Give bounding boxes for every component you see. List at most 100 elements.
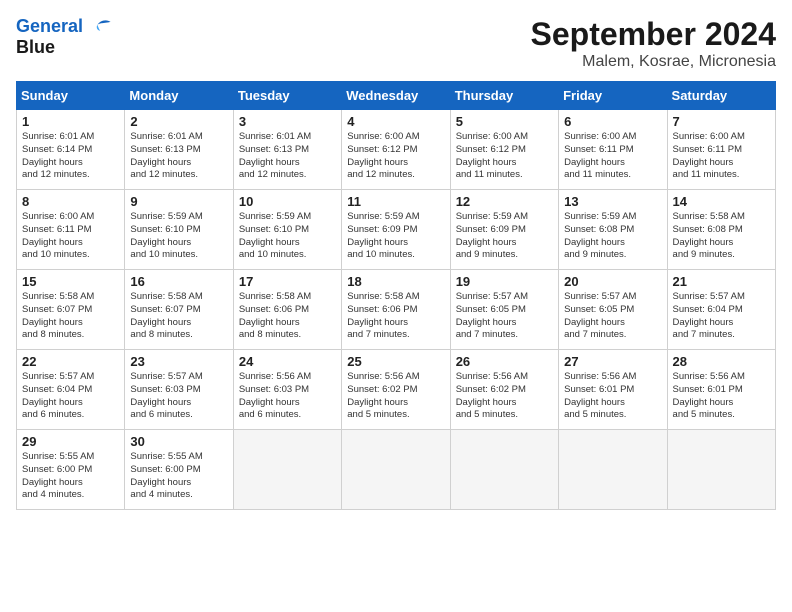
day-number: 7 — [673, 114, 771, 129]
week-row-1: 1 Sunrise: 6:01 AM Sunset: 6:14 PM Dayli… — [17, 110, 776, 190]
cell-info: Sunrise: 5:59 AM Sunset: 6:10 PM Dayligh… — [130, 211, 228, 262]
calendar-cell: 26 Sunrise: 5:56 AM Sunset: 6:02 PM Dayl… — [450, 350, 558, 430]
calendar-cell: 2 Sunrise: 6:01 AM Sunset: 6:13 PM Dayli… — [125, 110, 233, 190]
day-number: 23 — [130, 354, 228, 369]
day-number: 19 — [456, 274, 554, 289]
calendar-cell: 15 Sunrise: 5:58 AM Sunset: 6:07 PM Dayl… — [17, 270, 125, 350]
day-number: 2 — [130, 114, 228, 129]
calendar-cell: 3 Sunrise: 6:01 AM Sunset: 6:13 PM Dayli… — [233, 110, 341, 190]
calendar-cell: 7 Sunrise: 6:00 AM Sunset: 6:11 PM Dayli… — [667, 110, 775, 190]
week-row-2: 8 Sunrise: 6:00 AM Sunset: 6:11 PM Dayli… — [17, 190, 776, 270]
cell-info: Sunrise: 5:59 AM Sunset: 6:08 PM Dayligh… — [564, 211, 662, 262]
day-number: 29 — [22, 434, 120, 449]
calendar-table: SundayMondayTuesdayWednesdayThursdayFrid… — [16, 81, 776, 510]
calendar-cell: 28 Sunrise: 5:56 AM Sunset: 6:01 PM Dayl… — [667, 350, 775, 430]
day-number: 26 — [456, 354, 554, 369]
cell-info: Sunrise: 6:01 AM Sunset: 6:13 PM Dayligh… — [130, 131, 228, 182]
cell-info: Sunrise: 5:59 AM Sunset: 6:09 PM Dayligh… — [347, 211, 445, 262]
calendar-body: 1 Sunrise: 6:01 AM Sunset: 6:14 PM Dayli… — [17, 110, 776, 510]
day-number: 28 — [673, 354, 771, 369]
cell-info: Sunrise: 5:56 AM Sunset: 6:03 PM Dayligh… — [239, 371, 337, 422]
month-title: September 2024 — [531, 16, 776, 53]
calendar-container: General Blue September 2024 Malem, Kosra… — [0, 0, 792, 518]
cell-info: Sunrise: 6:00 AM Sunset: 6:11 PM Dayligh… — [564, 131, 662, 182]
cell-info: Sunrise: 6:00 AM Sunset: 6:12 PM Dayligh… — [456, 131, 554, 182]
cell-info: Sunrise: 5:56 AM Sunset: 6:01 PM Dayligh… — [564, 371, 662, 422]
logo: General Blue — [16, 16, 112, 58]
day-number: 11 — [347, 194, 445, 209]
cell-info: Sunrise: 6:00 AM Sunset: 6:12 PM Dayligh… — [347, 131, 445, 182]
cell-info: Sunrise: 5:58 AM Sunset: 6:07 PM Dayligh… — [130, 291, 228, 342]
day-number: 10 — [239, 194, 337, 209]
day-number: 25 — [347, 354, 445, 369]
day-number: 3 — [239, 114, 337, 129]
calendar-cell — [667, 430, 775, 510]
calendar-cell: 16 Sunrise: 5:58 AM Sunset: 6:07 PM Dayl… — [125, 270, 233, 350]
calendar-cell: 10 Sunrise: 5:59 AM Sunset: 6:10 PM Dayl… — [233, 190, 341, 270]
calendar-cell: 27 Sunrise: 5:56 AM Sunset: 6:01 PM Dayl… — [559, 350, 667, 430]
week-row-5: 29 Sunrise: 5:55 AM Sunset: 6:00 PM Dayl… — [17, 430, 776, 510]
day-number: 20 — [564, 274, 662, 289]
cell-info: Sunrise: 5:57 AM Sunset: 6:05 PM Dayligh… — [456, 291, 554, 342]
day-number: 5 — [456, 114, 554, 129]
cell-info: Sunrise: 5:57 AM Sunset: 6:04 PM Dayligh… — [22, 371, 120, 422]
calendar-cell: 4 Sunrise: 6:00 AM Sunset: 6:12 PM Dayli… — [342, 110, 450, 190]
cell-info: Sunrise: 5:55 AM Sunset: 6:00 PM Dayligh… — [22, 451, 120, 502]
cell-info: Sunrise: 5:56 AM Sunset: 6:02 PM Dayligh… — [456, 371, 554, 422]
calendar-cell: 20 Sunrise: 5:57 AM Sunset: 6:05 PM Dayl… — [559, 270, 667, 350]
day-number: 27 — [564, 354, 662, 369]
day-number: 6 — [564, 114, 662, 129]
calendar-cell: 1 Sunrise: 6:01 AM Sunset: 6:14 PM Dayli… — [17, 110, 125, 190]
day-number: 18 — [347, 274, 445, 289]
calendar-cell: 24 Sunrise: 5:56 AM Sunset: 6:03 PM Dayl… — [233, 350, 341, 430]
calendar-cell: 9 Sunrise: 5:59 AM Sunset: 6:10 PM Dayli… — [125, 190, 233, 270]
day-number: 21 — [673, 274, 771, 289]
calendar-cell: 30 Sunrise: 5:55 AM Sunset: 6:00 PM Dayl… — [125, 430, 233, 510]
calendar-cell: 21 Sunrise: 5:57 AM Sunset: 6:04 PM Dayl… — [667, 270, 775, 350]
day-number: 15 — [22, 274, 120, 289]
calendar-cell: 29 Sunrise: 5:55 AM Sunset: 6:00 PM Dayl… — [17, 430, 125, 510]
calendar-cell: 6 Sunrise: 6:00 AM Sunset: 6:11 PM Dayli… — [559, 110, 667, 190]
calendar-cell: 22 Sunrise: 5:57 AM Sunset: 6:04 PM Dayl… — [17, 350, 125, 430]
calendar-cell: 18 Sunrise: 5:58 AM Sunset: 6:06 PM Dayl… — [342, 270, 450, 350]
calendar-cell — [450, 430, 558, 510]
cell-info: Sunrise: 6:01 AM Sunset: 6:13 PM Dayligh… — [239, 131, 337, 182]
logo-general: General — [16, 16, 83, 36]
weekday-header-tuesday: Tuesday — [233, 82, 341, 110]
calendar-cell: 5 Sunrise: 6:00 AM Sunset: 6:12 PM Dayli… — [450, 110, 558, 190]
cell-info: Sunrise: 6:00 AM Sunset: 6:11 PM Dayligh… — [673, 131, 771, 182]
calendar-cell: 23 Sunrise: 5:57 AM Sunset: 6:03 PM Dayl… — [125, 350, 233, 430]
location-title: Malem, Kosrae, Micronesia — [531, 53, 776, 71]
cell-info: Sunrise: 5:55 AM Sunset: 6:00 PM Dayligh… — [130, 451, 228, 502]
weekday-header-saturday: Saturday — [667, 82, 775, 110]
cell-info: Sunrise: 5:58 AM Sunset: 6:06 PM Dayligh… — [347, 291, 445, 342]
calendar-cell — [342, 430, 450, 510]
weekday-header-friday: Friday — [559, 82, 667, 110]
weekday-header-thursday: Thursday — [450, 82, 558, 110]
day-number: 24 — [239, 354, 337, 369]
cell-info: Sunrise: 6:01 AM Sunset: 6:14 PM Dayligh… — [22, 131, 120, 182]
day-number: 13 — [564, 194, 662, 209]
cell-info: Sunrise: 5:59 AM Sunset: 6:10 PM Dayligh… — [239, 211, 337, 262]
day-number: 8 — [22, 194, 120, 209]
logo-bird-icon — [90, 16, 112, 38]
cell-info: Sunrise: 5:56 AM Sunset: 6:02 PM Dayligh… — [347, 371, 445, 422]
logo-blue: Blue — [16, 38, 112, 58]
calendar-cell: 11 Sunrise: 5:59 AM Sunset: 6:09 PM Dayl… — [342, 190, 450, 270]
calendar-cell: 19 Sunrise: 5:57 AM Sunset: 6:05 PM Dayl… — [450, 270, 558, 350]
cell-info: Sunrise: 5:57 AM Sunset: 6:04 PM Dayligh… — [673, 291, 771, 342]
weekday-header-row: SundayMondayTuesdayWednesdayThursdayFrid… — [17, 82, 776, 110]
calendar-cell: 14 Sunrise: 5:58 AM Sunset: 6:08 PM Dayl… — [667, 190, 775, 270]
cell-info: Sunrise: 5:58 AM Sunset: 6:06 PM Dayligh… — [239, 291, 337, 342]
title-block: September 2024 Malem, Kosrae, Micronesia — [531, 16, 776, 71]
cell-info: Sunrise: 5:56 AM Sunset: 6:01 PM Dayligh… — [673, 371, 771, 422]
day-number: 17 — [239, 274, 337, 289]
week-row-3: 15 Sunrise: 5:58 AM Sunset: 6:07 PM Dayl… — [17, 270, 776, 350]
calendar-cell — [233, 430, 341, 510]
cell-info: Sunrise: 6:00 AM Sunset: 6:11 PM Dayligh… — [22, 211, 120, 262]
calendar-cell: 17 Sunrise: 5:58 AM Sunset: 6:06 PM Dayl… — [233, 270, 341, 350]
weekday-header-sunday: Sunday — [17, 82, 125, 110]
day-number: 30 — [130, 434, 228, 449]
day-number: 16 — [130, 274, 228, 289]
cell-info: Sunrise: 5:58 AM Sunset: 6:08 PM Dayligh… — [673, 211, 771, 262]
